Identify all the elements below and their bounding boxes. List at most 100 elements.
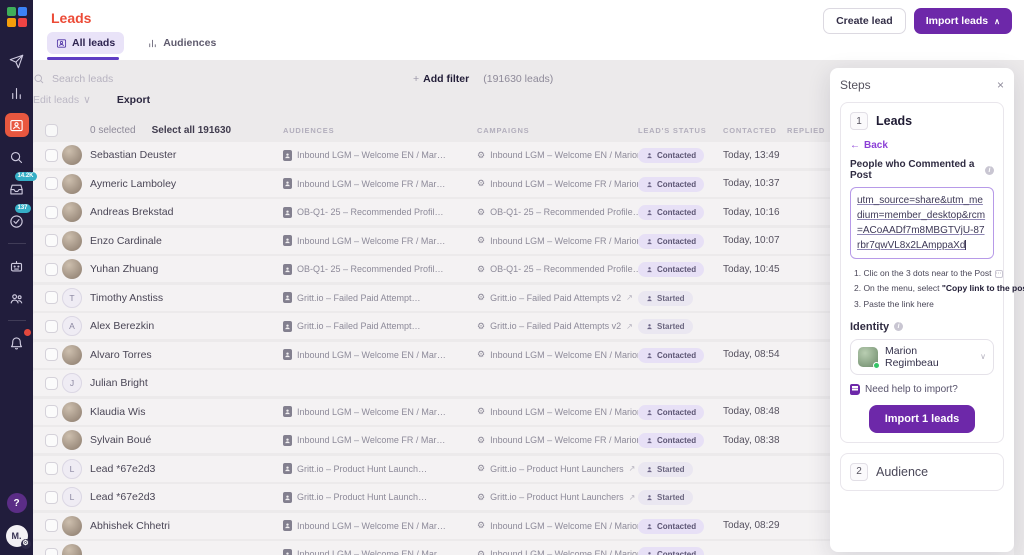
campaign-cell[interactable]: ⚙ Inbound LGM – Welcome EN / Marion ↗ — [477, 150, 638, 161]
audience-cell[interactable]: Inbound LGM – Welcome FR / Mar… — [283, 434, 477, 446]
audience-cell[interactable]: Gritt.io – Failed Paid Attempt… — [283, 292, 477, 303]
audience-icon — [283, 491, 292, 503]
info-icon[interactable]: i — [894, 322, 904, 332]
edit-leads-button[interactable]: Edit leads ∨ — [33, 94, 91, 106]
help-to-import-link[interactable]: Need help to import? — [850, 383, 994, 395]
notifications-bell-icon[interactable] — [5, 328, 32, 355]
search-icon[interactable] — [5, 145, 29, 169]
campaign-cell[interactable]: ⚙ Inbound LGM – Welcome EN / Marion ↗ — [477, 549, 638, 555]
tasks-icon[interactable]: 137 — [5, 204, 31, 233]
audience-cell[interactable]: Gritt.io – Failed Paid Attempt… — [283, 320, 477, 332]
campaign-cell[interactable]: ⚙ Gritt.io – Product Hunt Launchers ↗ — [477, 463, 638, 474]
audience-cell[interactable]: Inbound LGM – Welcome EN / Mar… — [283, 520, 477, 531]
campaign-cell[interactable]: ⚙ Inbound LGM – Welcome EN / Marion ↗ — [477, 406, 638, 417]
audience-cell[interactable]: Inbound LGM – Welcome FR / Mar… — [283, 235, 477, 246]
lead-name[interactable]: Lead *67e2d3 — [90, 463, 283, 475]
row-checkbox[interactable] — [45, 462, 58, 475]
audience-cell[interactable]: Gritt.io – Product Hunt Launch… — [283, 463, 477, 474]
row-checkbox[interactable] — [45, 490, 58, 504]
lead-name[interactable]: Alex Berezkin — [90, 320, 283, 332]
lead-avatar: L — [62, 487, 82, 507]
audience-cell[interactable]: Gritt.io – Product Hunt Launch… — [283, 491, 477, 503]
row-checkbox[interactable] — [45, 376, 58, 390]
row-checkbox[interactable] — [45, 291, 58, 304]
campaign-cell[interactable]: ⚙ Inbound LGM – Welcome EN / Marion ↗ — [477, 349, 638, 360]
campaign-cell[interactable]: ⚙ OB-Q1- 25 – Recommended Profile… ↗ — [477, 207, 638, 218]
audience-cell[interactable]: OB-Q1- 25 – Recommended Profil… — [283, 206, 477, 218]
audience-icon — [283, 206, 292, 218]
gear-icon: ⚙ — [477, 434, 486, 445]
lead-name[interactable]: Andreas Brekstad — [90, 206, 283, 218]
campaign-cell[interactable]: ⚙ Gritt.io – Failed Paid Attempts v2 ↗ — [477, 292, 638, 303]
inbox-icon[interactable]: 14.2K — [5, 172, 37, 201]
user-avatar[interactable]: M. ⚙ — [5, 525, 31, 549]
row-checkbox[interactable] — [45, 177, 58, 190]
post-url-input[interactable]: utm_source=share&utm_medium=member_deskt… — [850, 187, 994, 259]
back-button[interactable]: ← Back — [850, 140, 994, 151]
step-2-box[interactable]: 2 Audience — [840, 452, 1004, 491]
lead-name[interactable]: Aymeric Lamboley — [90, 178, 283, 190]
tab-audiences[interactable]: Audiences — [138, 32, 225, 54]
leads-icon[interactable] — [4, 113, 29, 137]
lead-name[interactable]: Enzo Cardinale — [90, 235, 283, 247]
lead-name[interactable]: Julian Bright — [90, 377, 283, 389]
contacted-cell: Today, 08:38 — [723, 434, 780, 446]
app-logo[interactable] — [6, 7, 27, 27]
row-checkbox[interactable] — [45, 405, 58, 418]
lead-name[interactable]: Sylvain Boué — [90, 434, 283, 446]
campaign-cell[interactable]: ⚙ Gritt.io – Product Hunt Launchers ↗ — [477, 492, 638, 503]
row-checkbox[interactable] — [45, 148, 58, 162]
lead-name[interactable]: Klaudia Wis — [90, 406, 283, 418]
audience-cell[interactable]: Inbound LGM – Welcome FR / Mar… — [283, 178, 477, 189]
select-all-link[interactable]: Select all 191630 — [152, 125, 232, 136]
audience-icon — [283, 434, 292, 446]
row-checkbox[interactable] — [45, 433, 58, 447]
import-leads-button[interactable]: Import leads ∧ — [913, 8, 1012, 34]
row-checkbox[interactable] — [45, 319, 58, 333]
info-icon[interactable]: i — [985, 165, 994, 175]
row-checkbox[interactable] — [45, 547, 58, 555]
row-checkbox[interactable] — [45, 519, 58, 532]
row-checkbox[interactable] — [45, 348, 58, 361]
lead-name[interactable]: Lead *67e2d3 — [90, 491, 283, 503]
select-all-checkbox[interactable] — [45, 123, 58, 137]
help-button[interactable]: ? — [6, 493, 27, 513]
tab-all-leads[interactable]: All leads — [47, 32, 125, 54]
lead-name[interactable]: Abhishek Chhetri — [90, 520, 283, 532]
campaign-cell[interactable]: ⚙ Inbound LGM – Welcome EN / Marion ↗ — [477, 520, 638, 531]
close-icon[interactable]: × — [997, 79, 1004, 91]
audience-cell[interactable]: Inbound LGM – Welcome EN / Mar… — [283, 548, 477, 555]
add-filter-button[interactable]: + Add filter — [413, 73, 469, 85]
gear-icon: ⚙ — [477, 235, 486, 245]
campaign-cell[interactable]: ⚙ Inbound LGM – Welcome FR / Marion ↗ — [477, 235, 638, 246]
lead-name[interactable]: Timothy Anstiss — [90, 292, 283, 304]
identity-select[interactable]: Marion Regimbeau ∨ — [850, 338, 994, 375]
search-input[interactable]: Search leads — [33, 73, 233, 85]
campaign-cell[interactable]: ⚙ Inbound LGM – Welcome FR / Marion ↗ — [477, 435, 638, 446]
campaign-cell[interactable]: ⚙ OB-Q1- 25 – Recommended Profile… ↗ — [477, 264, 638, 275]
person-icon — [648, 552, 651, 555]
export-button[interactable]: Export — [117, 94, 150, 106]
tab-label: Audiences — [163, 37, 217, 49]
row-checkbox[interactable] — [45, 262, 58, 276]
team-icon[interactable] — [5, 286, 29, 310]
campaign-cell[interactable]: ⚙ Gritt.io – Failed Paid Attempts v2 ↗ — [477, 321, 638, 332]
create-lead-button[interactable]: Create lead — [823, 8, 906, 34]
audience-cell[interactable]: OB-Q1- 25 – Recommended Profil… — [283, 263, 477, 275]
campaign-cell[interactable]: ⚙ Inbound LGM – Welcome FR / Marion ↗ — [477, 178, 638, 189]
row-checkbox[interactable] — [45, 234, 58, 247]
reports-icon[interactable] — [5, 81, 29, 105]
row-checkbox[interactable] — [45, 205, 58, 219]
lead-name[interactable]: Yuhan Zhuang — [90, 263, 283, 275]
bot-icon[interactable] — [5, 254, 29, 278]
lead-name[interactable]: Sebastian Deuster — [90, 149, 283, 161]
audience-cell[interactable]: Inbound LGM – Welcome EN / Mar… — [283, 406, 477, 417]
lead-name[interactable]: Alvaro Torres — [90, 349, 283, 361]
audience-cell[interactable]: Inbound LGM – Welcome EN / Mar… — [283, 149, 477, 161]
audience-cell[interactable]: Inbound LGM – Welcome EN / Mar… — [283, 349, 477, 360]
gear-icon: ⚙ — [477, 406, 486, 416]
status-badge: Started — [638, 290, 693, 306]
contacted-cell: Today, 08:48 — [723, 406, 780, 417]
import-1-leads-button[interactable]: Import 1 leads — [868, 404, 976, 433]
campaigns-icon[interactable] — [5, 49, 29, 73]
